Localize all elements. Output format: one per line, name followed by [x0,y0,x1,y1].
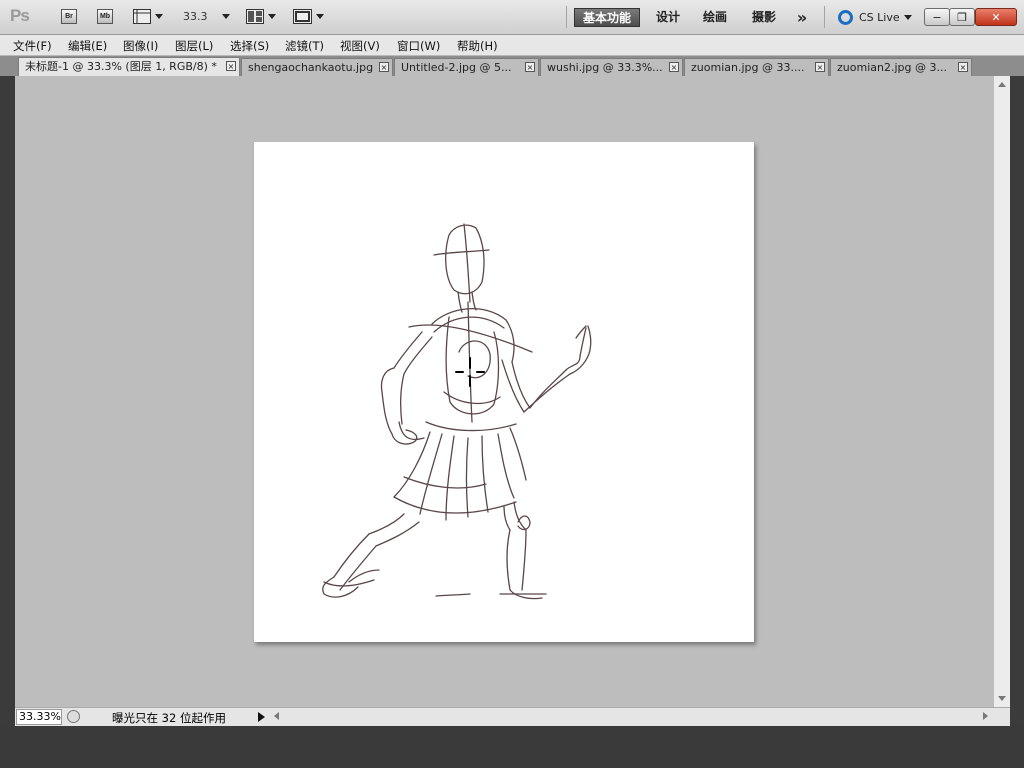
scroll-left-icon[interactable] [274,712,279,720]
cs-live-label: CS Live [859,11,900,24]
menu-window[interactable]: 窗口(W) [397,38,440,54]
tab-wushi[interactable]: wushi.jpg @ 33.3%... × [540,58,683,76]
close-icon[interactable]: × [525,62,535,72]
workspace-design-button[interactable]: 设计 [650,8,686,27]
view-extras-button[interactable] [133,8,163,25]
document-workspace[interactable] [15,76,994,707]
workspace-photography-button[interactable]: 摄影 [746,8,782,27]
scroll-up-icon[interactable] [998,82,1006,87]
window-frame-left [0,76,15,726]
status-bar: 33.33% 曝光只在 32 位起作用 [15,707,1010,727]
status-message: 曝光只在 32 位起作用 [112,711,226,725]
menu-view[interactable]: 视图(V) [340,38,380,54]
status-menu-arrow-icon[interactable] [258,712,265,722]
workspace-essentials-button[interactable]: 基本功能 [574,8,640,27]
launch-mini-bridge-button[interactable]: Mb [97,8,113,25]
application-bar: Ps Br Mb 33.3 基本功能 设计 绘画 摄影 » CS Live − … [0,0,1024,35]
tab-label: zuomian.jpg @ 33.... [691,61,805,74]
close-icon[interactable]: × [815,62,825,72]
screen-mode-button[interactable] [293,8,324,25]
restore-button[interactable]: ❐ [949,8,975,26]
zoom-level-field[interactable]: 33.3 [183,10,208,23]
more-workspaces-button[interactable]: » [792,8,812,27]
bridge-icon: Br [61,9,77,24]
menu-bar: 文件(F) 编辑(E) 图像(I) 图层(L) 选择(S) 滤镜(T) 视图(V… [0,35,1024,56]
toolbar-separator [566,6,567,28]
menu-edit[interactable]: 编辑(E) [68,38,107,54]
launch-bridge-button[interactable]: Br [61,8,77,25]
chevron-down-icon [903,15,912,20]
chevron-down-icon [155,14,163,19]
tab-untitled-2[interactable]: Untitled-2.jpg @ 5... × [394,58,539,76]
chevron-down-icon [222,14,230,19]
tab-label: wushi.jpg @ 33.3%... [547,61,663,74]
menu-image[interactable]: 图像(I) [123,38,158,54]
application-background [0,726,1024,768]
minimize-button[interactable]: − [924,8,950,26]
scroll-down-icon[interactable] [998,696,1006,701]
window-frame-right [1010,76,1024,726]
photoshop-logo: Ps [10,6,30,25]
figure-sketch [322,223,592,600]
zoom-level-dropdown[interactable] [218,8,230,25]
mini-bridge-icon: Mb [97,9,113,24]
cs-live-icon [838,10,853,25]
close-icon[interactable]: × [958,62,968,72]
view-extras-icon [133,9,151,24]
menu-filter[interactable]: 滤镜(T) [285,38,324,54]
tab-zuomian[interactable]: zuomian.jpg @ 33.... × [684,58,829,76]
tab-label: shengaochankaotu.jpg [248,61,374,74]
cs-live-button[interactable]: CS Live [838,8,912,27]
menu-layer[interactable]: 图层(L) [175,38,213,54]
chevron-down-icon [268,14,276,19]
vertical-scrollbar[interactable] [994,76,1010,707]
close-icon[interactable]: × [669,62,679,72]
menu-file[interactable]: 文件(F) [13,38,52,54]
tab-label: zuomian2.jpg @ 3... [837,61,947,74]
arrange-documents-icon [246,9,264,24]
tab-untitled-1[interactable]: 未标题-1 @ 33.3% (图层 1, RGB/8) * × [18,57,240,76]
status-info-icon[interactable] [67,710,80,723]
tab-zuomian2[interactable]: zuomian2.jpg @ 3... × [830,58,972,76]
document-tab-bar: 未标题-1 @ 33.3% (图层 1, RGB/8) * × shengaoc… [0,56,1024,76]
menu-select[interactable]: 选择(S) [230,38,269,54]
close-icon[interactable]: × [226,61,236,71]
tab-shengaochankaotu[interactable]: shengaochankaotu.jpg × [241,58,393,76]
chevron-down-icon [316,14,324,19]
close-icon[interactable]: × [379,62,389,72]
document-canvas[interactable] [254,142,754,642]
scroll-right-icon[interactable] [983,712,988,720]
tab-label: 未标题-1 @ 33.3% (图层 1, RGB/8) * [25,60,217,73]
menu-help[interactable]: 帮助(H) [457,38,498,54]
workspace-painting-button[interactable]: 绘画 [697,8,733,27]
tab-label: Untitled-2.jpg @ 5... [401,61,512,74]
arrange-documents-button[interactable] [246,8,276,25]
close-button[interactable]: ✕ [975,8,1017,26]
toolbar-separator [824,6,825,28]
screen-mode-icon [293,9,312,24]
zoom-percentage-field[interactable]: 33.33% [16,709,62,725]
